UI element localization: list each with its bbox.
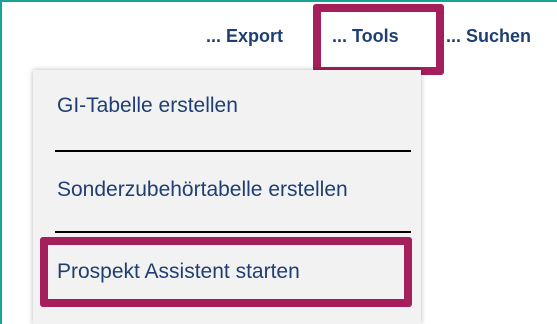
- menu-item-prospekt-assistent[interactable]: Prospekt Assistent starten: [57, 260, 300, 284]
- tools-dropdown-menu: GI-Tabelle erstellen Sonderzubehörtabell…: [33, 70, 421, 324]
- menu-divider: [55, 150, 411, 152]
- menu-item-gi-tabelle[interactable]: GI-Tabelle erstellen: [57, 94, 238, 118]
- top-menu-bar: ... Export ... Tools ... Suchen: [2, 24, 557, 50]
- menu-item-sonderzubehoertabelle[interactable]: Sonderzubehörtabelle erstellen: [57, 178, 348, 202]
- menu-suchen[interactable]: ... Suchen: [446, 24, 531, 48]
- menu-divider: [55, 231, 411, 233]
- page-frame: ... Export ... Tools ... Suchen GI-Tabel…: [0, 0, 557, 324]
- menu-export[interactable]: ... Export: [206, 24, 283, 48]
- menu-tools[interactable]: ... Tools: [332, 24, 399, 48]
